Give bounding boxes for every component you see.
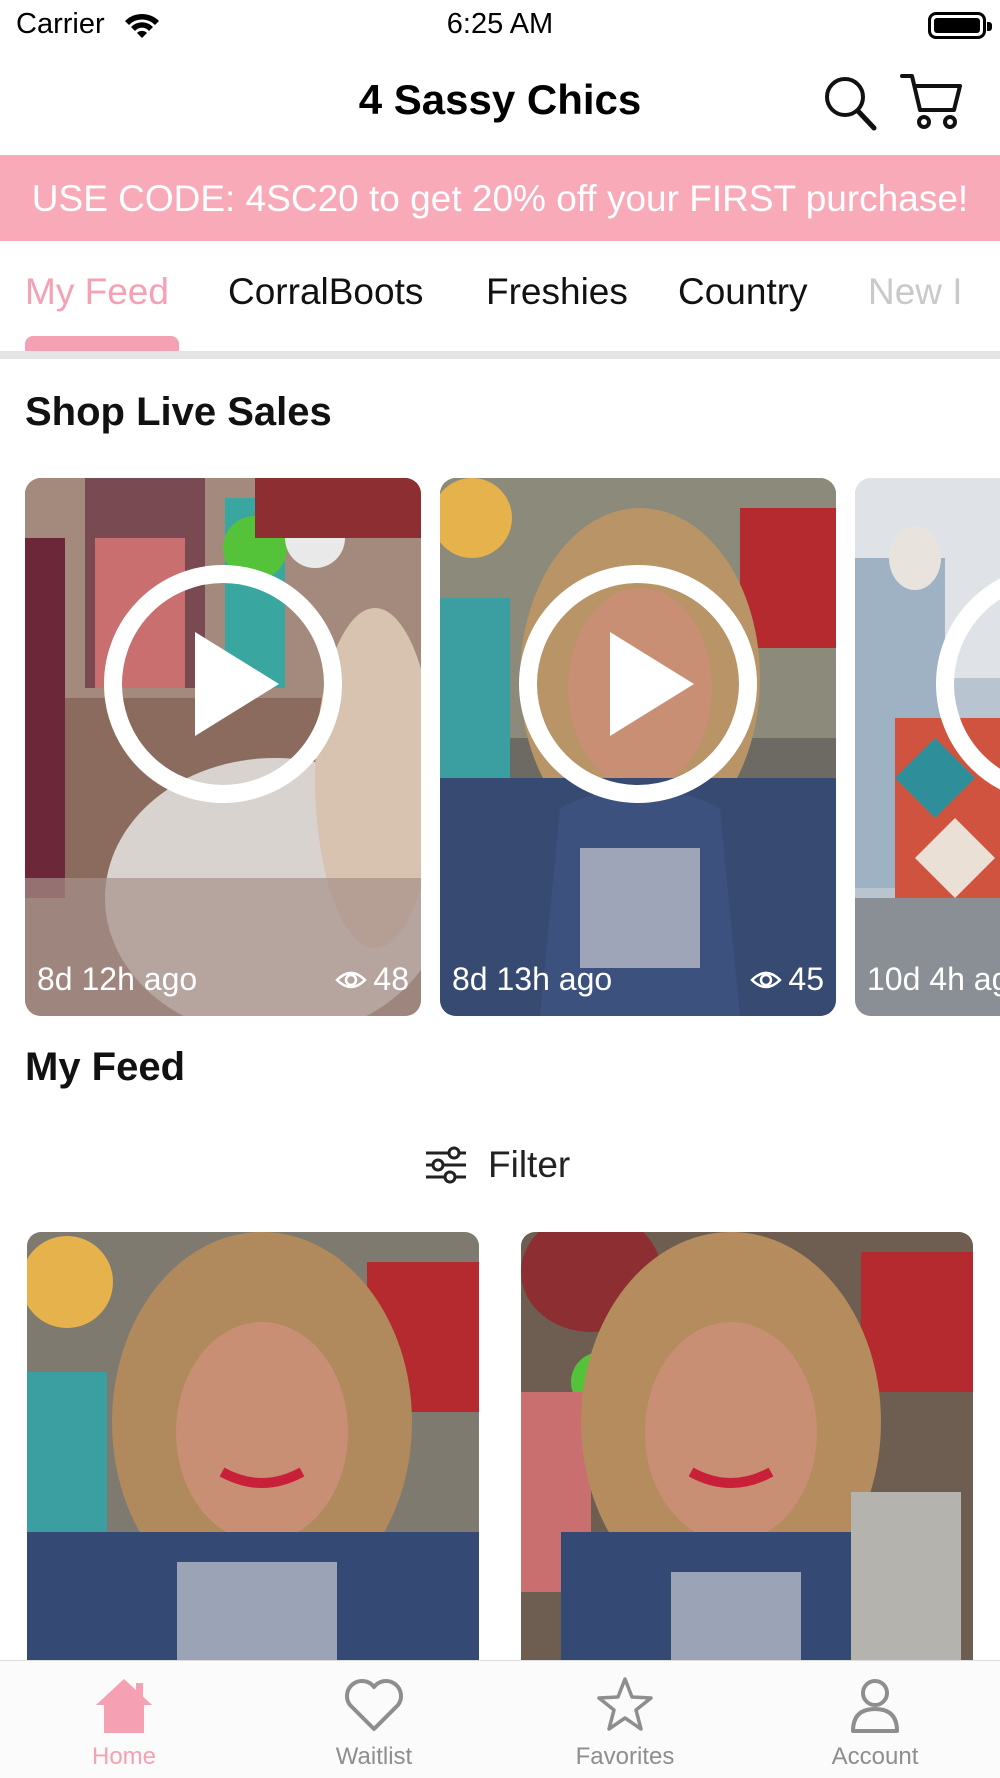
star-icon xyxy=(597,1677,653,1731)
live-sales-heading: Shop Live Sales xyxy=(25,390,332,434)
view-count: 48 xyxy=(373,961,409,997)
status-bar: Carrier 6:25 AM xyxy=(0,0,1000,50)
tab-account[interactable]: Account xyxy=(795,1675,955,1771)
filter-label: Filter xyxy=(488,1144,571,1185)
live-sale-views: 48 xyxy=(335,961,409,998)
sliders-icon xyxy=(426,1146,466,1184)
tabs-divider xyxy=(0,351,1000,359)
heart-icon xyxy=(345,1679,403,1731)
tab-my-feed[interactable]: My Feed xyxy=(25,271,169,313)
live-sale-time: 8d 12h ago xyxy=(37,961,198,997)
tab-home[interactable]: Home xyxy=(44,1675,204,1771)
my-feed-heading: My Feed xyxy=(25,1045,186,1089)
live-sale-card[interactable]: 8d 13h ago 45 xyxy=(440,478,836,1016)
live-sale-time: 8d 13h ago xyxy=(452,961,613,997)
tab-country[interactable]: Country xyxy=(678,271,808,313)
tab-favorites-label: Favorites xyxy=(575,1743,675,1770)
eye-icon xyxy=(750,971,783,988)
live-sale-time: 10d 4h ago xyxy=(867,961,1000,997)
tab-favorites[interactable]: Favorites xyxy=(545,1675,705,1771)
feed-item-image xyxy=(27,1232,479,1672)
feed-item[interactable] xyxy=(521,1232,973,1672)
filter-button[interactable]: Filter xyxy=(424,1140,570,1190)
feed-item-image xyxy=(521,1232,973,1672)
home-icon xyxy=(96,1679,152,1733)
tab-corralboots[interactable]: CorralBoots xyxy=(228,271,423,313)
cart-icon[interactable] xyxy=(900,70,964,132)
live-sale-card[interactable]: 8d 12h ago 48 xyxy=(25,478,421,1016)
promo-text: USE CODE: 4SC20 to get 20% off your FIRS… xyxy=(31,178,969,219)
nav-bar: 4 Sassy Chics xyxy=(0,50,1000,154)
person-icon xyxy=(851,1679,899,1733)
play-icon[interactable] xyxy=(935,564,1000,804)
promo-banner[interactable]: USE CODE: 4SC20 to get 20% off your FIRS… xyxy=(0,155,1000,241)
tab-freshies[interactable]: Freshies xyxy=(486,271,628,313)
tab-account-label: Account xyxy=(831,1743,919,1770)
clock: 6:25 AM xyxy=(446,8,554,40)
tab-waitlist-label: Waitlist xyxy=(335,1743,413,1770)
feed-item[interactable] xyxy=(27,1232,479,1672)
eye-icon xyxy=(335,971,368,988)
battery-icon xyxy=(928,12,992,39)
tab-waitlist[interactable]: Waitlist xyxy=(294,1675,454,1771)
active-tab-indicator xyxy=(25,336,179,351)
tab-new[interactable]: New I xyxy=(868,271,963,313)
search-icon[interactable] xyxy=(822,72,878,132)
play-icon[interactable] xyxy=(103,564,343,804)
category-tabs: My Feed CorralBoots Freshies Country New… xyxy=(0,241,1000,351)
live-sale-views: 45 xyxy=(750,961,824,998)
view-count: 45 xyxy=(788,961,824,997)
tab-home-label: Home xyxy=(91,1743,157,1770)
play-icon[interactable] xyxy=(518,564,758,804)
live-sale-card[interactable]: 10d 4h ago xyxy=(855,478,1000,1016)
bottom-tab-bar: Home Waitlist Favorites Account xyxy=(0,1660,1000,1778)
